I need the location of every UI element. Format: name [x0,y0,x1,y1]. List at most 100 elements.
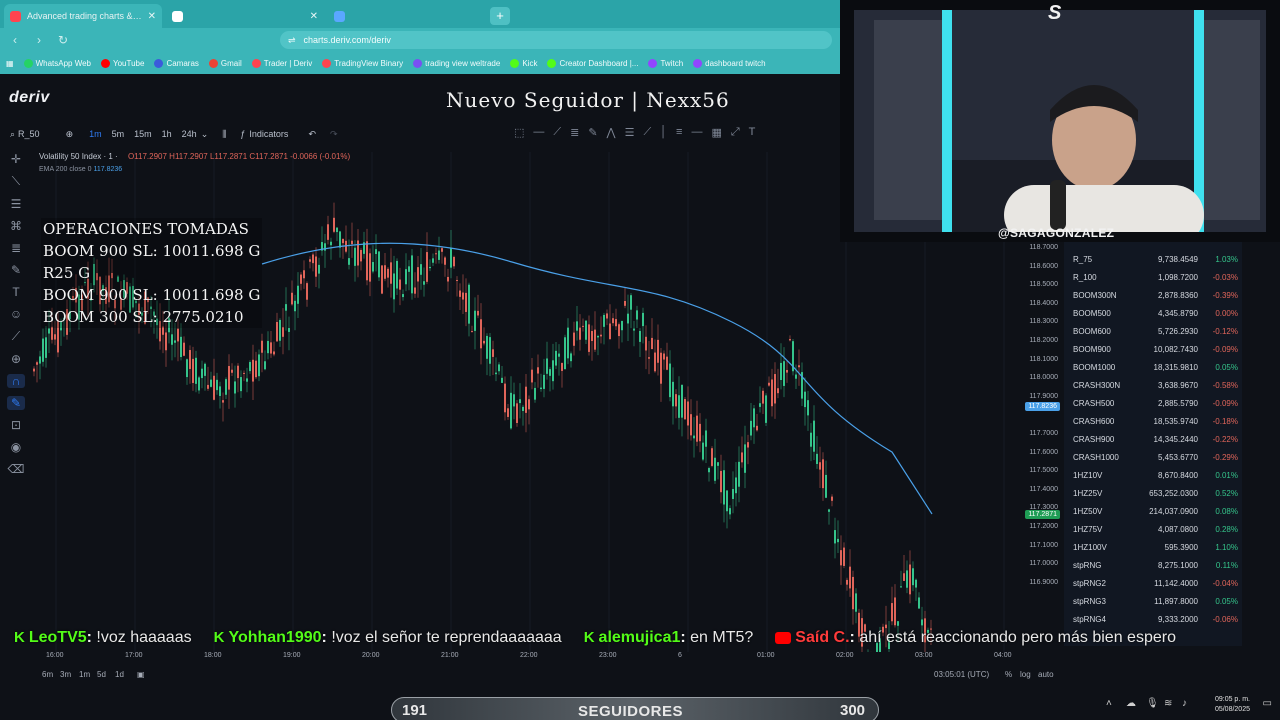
indicators-icon[interactable]: ƒ [240,129,245,139]
bookmark-item[interactable]: Camaras [154,58,199,68]
zoom-icon[interactable]: ⊕ [11,352,21,366]
chart-type-icon[interactable]: ⫼ [222,129,226,140]
bookmark-item[interactable]: trading view weltrade [413,58,500,68]
channel-icon[interactable]: ≣ [570,126,579,139]
timeframe-15m[interactable]: 15m [134,129,152,139]
close-tab-icon[interactable]: ✕ [310,11,318,22]
symbol-row[interactable]: BOOM900 10,082.7430 -0.09% [1064,340,1242,358]
url-field[interactable]: ⇌ charts.deriv.com/deriv [280,31,832,49]
crosshair-icon[interactable]: ✛ [11,152,21,166]
search-icon[interactable]: ⌕ [10,129,15,140]
period-3m[interactable]: 3m [60,670,71,679]
brush-tool-icon[interactable]: ✎ [11,263,21,277]
line-icon[interactable]: — [691,126,702,139]
symbol-row[interactable]: CRASH300N 3,638.9670 -0.58% [1064,376,1242,394]
bookmark-item[interactable]: WhatsApp Web [23,58,91,68]
text-icon[interactable]: T [749,126,756,139]
magnet-icon[interactable]: ∩ [7,374,25,388]
log-scale[interactable]: log [1020,670,1031,679]
time-axis[interactable]: 16:00 17:00 18:00 19:00 20:00 21:00 22:00 23:00… [32,652,1012,664]
period-1m[interactable]: 1m [79,670,90,679]
emoji-tool-icon[interactable]: ☺ [10,307,22,321]
forward-icon[interactable]: › [32,33,46,47]
symbol-selector[interactable]: R_50 [18,129,40,139]
percent-scale[interactable]: % [1005,670,1012,679]
period-5d[interactable]: 5d [97,670,106,679]
bookmark-item[interactable]: dashboard twitch [693,58,766,68]
volume-icon[interactable]: ♪ [1182,698,1187,709]
bookmark-item[interactable]: TradingView Binary [322,58,403,68]
bookmark-item[interactable]: Gmail [208,58,242,68]
symbol-row[interactable]: stpRNG2 11,142.4000 -0.04% [1064,574,1242,592]
calendar-icon[interactable]: ▣ [137,670,145,679]
symbol-row[interactable]: CRASH500 2,885.5790 -0.09% [1064,394,1242,412]
period-6m[interactable]: 6m [42,670,53,679]
redo-icon[interactable]: ↷ [330,129,338,140]
fib-icon[interactable]: ☰ [625,126,635,139]
chevron-down-icon[interactable]: ⌄ [201,129,209,140]
utc-clock[interactable]: 03:05:01 (UTC) [934,670,989,679]
close-tab-icon[interactable]: ✕ [148,11,156,22]
symbol-row[interactable]: stpRNG 8,275.1000 0.11% [1064,556,1242,574]
taskbar-clock[interactable]: 09:05 p. m. 05/08/2025 [1215,695,1250,715]
bookmark-item[interactable]: Trader | Deriv [251,58,312,68]
symbol-row[interactable]: R_100 1,098.7200 -0.03% [1064,268,1242,286]
site-info-icon[interactable]: ⇌ [288,35,296,46]
brush-icon[interactable]: ⟋ [643,126,651,139]
line-tool-icon[interactable]: ⟍ [12,174,20,189]
bookmark-item[interactable]: YouTube [101,58,144,68]
symbol-row[interactable]: BOOM600 5,726.2930 -0.12% [1064,322,1242,340]
undo-icon[interactable]: ↶ [308,129,316,140]
pencil-icon[interactable]: ✎ [588,126,597,139]
text-tool-icon[interactable]: T [12,285,19,299]
symbol-row[interactable]: stpRNG3 11,897.8000 0.05% [1064,592,1242,610]
add-compare-icon[interactable]: ⊕ [66,129,74,140]
symbol-row[interactable]: R_75 9,738.4549 1.03% [1064,250,1242,268]
cloud-icon[interactable]: ☁ [1126,698,1136,709]
auto-scale[interactable]: auto [1038,670,1054,679]
pattern-icon[interactable]: ⋀ [607,126,616,139]
channel-tool-icon[interactable]: ≣ [11,241,21,255]
symbol-row[interactable]: BOOM300N 2,878.8360 -0.39% [1064,286,1242,304]
timeframe-1m[interactable]: 1m [89,129,102,139]
symbol-row[interactable]: 1HZ25V 653,252.0300 0.52% [1064,484,1242,502]
microphone-icon[interactable]: 🎙 [1146,698,1159,709]
lock-drawing-icon[interactable]: ✎ [7,396,25,410]
indicators-button[interactable]: Indicators [249,129,288,139]
back-icon[interactable]: ‹ [8,33,22,47]
pattern-tool-icon[interactable]: ⌘ [10,219,22,233]
notifications-icon[interactable]: ▭ [1263,698,1272,709]
select-icon[interactable]: ⬚ [514,126,524,139]
symbol-row[interactable]: CRASH600 18,535.9740 -0.18% [1064,412,1242,430]
timeframe-24h[interactable]: 24h [182,129,197,139]
new-tab-button[interactable]: + [490,7,510,25]
bookmark-item[interactable]: Kick [510,58,537,68]
symbol-row[interactable]: 1HZ100V 595.3900 1.10% [1064,538,1242,556]
symbol-row[interactable]: BOOM1000 18,315.9810 0.05% [1064,358,1242,376]
ray-icon[interactable]: ⤢ [731,126,740,139]
symbol-row[interactable]: 1HZ75V 4,087.0800 0.28% [1064,520,1242,538]
lock-icon[interactable]: ⊡ [11,418,21,432]
range-icon[interactable]: ≡ [676,126,682,139]
symbol-row[interactable]: CRASH1000 5,453.6770 -0.29% [1064,448,1242,466]
reload-icon[interactable]: ↻ [56,33,70,47]
browser-tab-2[interactable]: ✕ [166,4,324,28]
timeframe-5m[interactable]: 5m [112,129,125,139]
trash-icon[interactable]: ⌫ [8,462,25,476]
trend-line-icon[interactable]: ⟋ [553,126,561,139]
horizontal-line-icon[interactable]: — [533,126,544,139]
chevron-up-icon[interactable]: ˄ [1106,698,1112,709]
symbol-row[interactable]: BOOM500 4,345.8790 0.00% [1064,304,1242,322]
browser-tab-deriv[interactable]: Advanced trading charts & tool ✕ [4,4,162,28]
wifi-icon[interactable]: ≋ [1164,698,1172,709]
grid-icon[interactable]: ▦ [711,126,721,139]
ruler-icon[interactable]: ⟋ [12,329,20,344]
bookmark-item[interactable]: Creator Dashboard |... [547,58,638,68]
timeframe-1h[interactable]: 1h [162,129,172,139]
bookmark-item[interactable]: Twitch [648,58,683,68]
browser-tab-3[interactable] [328,4,486,28]
symbol-row[interactable]: 1HZ50V 214,037.0900 0.08% [1064,502,1242,520]
symbol-row[interactable]: 1HZ10V 8,670.8400 0.01% [1064,466,1242,484]
period-1d[interactable]: 1d [115,670,124,679]
fib-tool-icon[interactable]: ☰ [11,197,22,211]
